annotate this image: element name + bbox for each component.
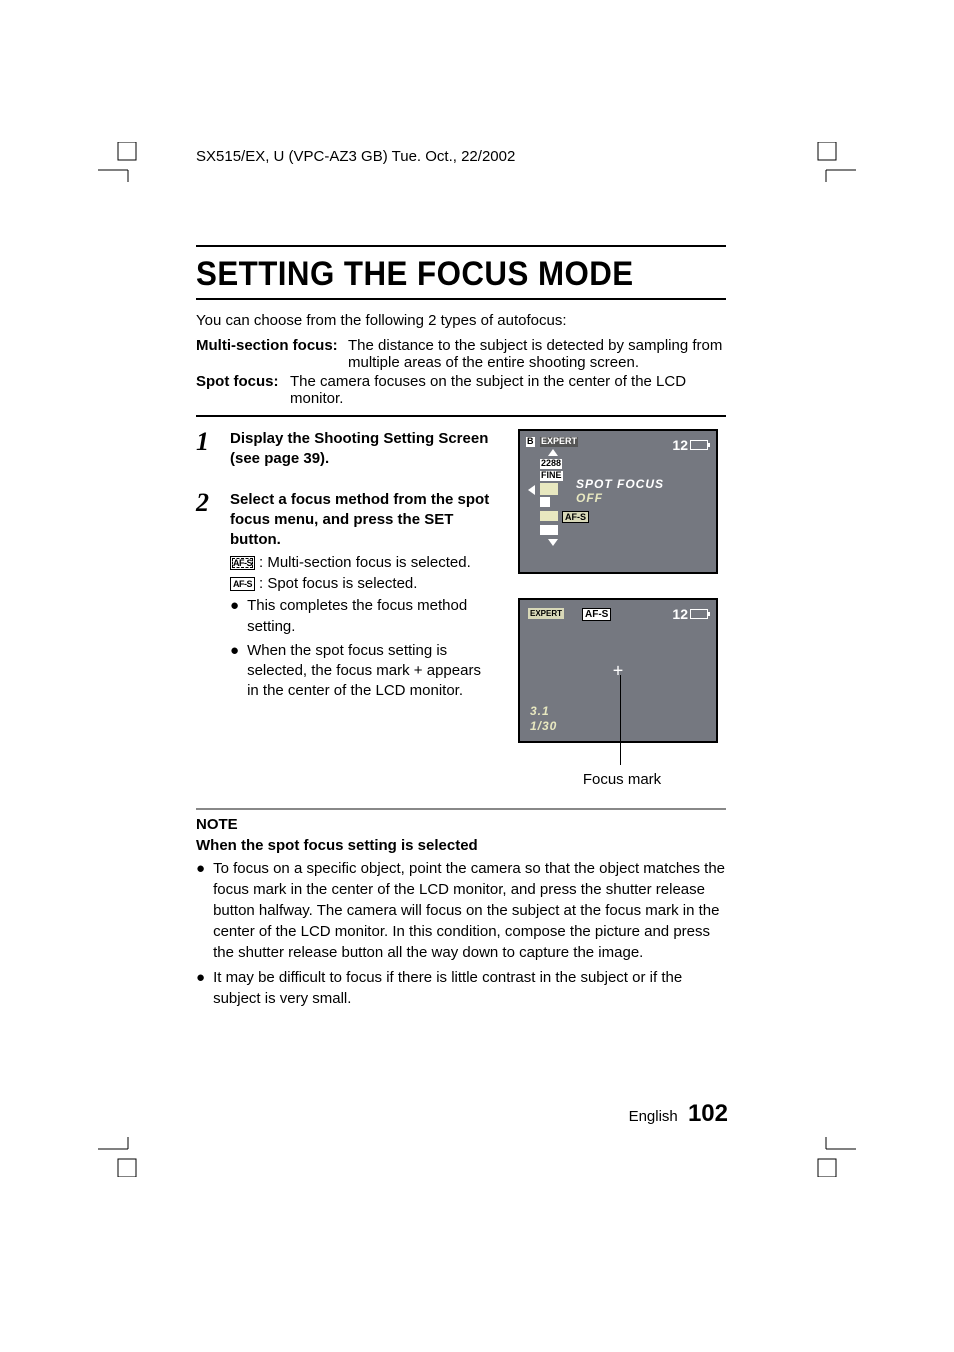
bullet-item: ● It may be difficult to focus if there … [196, 967, 726, 1009]
definition-row: Spot focus: The camera focuses on the su… [196, 373, 726, 407]
note-list: ● To focus on a specific object, point t… [196, 858, 726, 1009]
exposure-readout: 3.1 1/30 [530, 704, 557, 733]
timer-icon [540, 483, 558, 495]
definition-desc: The camera focuses on the subject in the… [290, 373, 726, 407]
focus-mark-icon: + [613, 660, 624, 681]
option-text: : Spot focus is selected. [259, 575, 417, 592]
lcd-screen-preview: EXPERT AF-S 12 + 3.1 1/30 [518, 598, 718, 743]
step-heading: Select a focus method from the spot focu… [230, 490, 496, 551]
rule [196, 808, 726, 810]
callout-line [620, 675, 621, 765]
count-value: 12 [672, 606, 688, 622]
aperture-value: 3.1 [530, 704, 557, 718]
steps-text-column: 1 Display the Shooting Setting Screen (s… [196, 429, 496, 788]
note-heading: NOTE [196, 816, 726, 833]
badge-expert: EXPERT [540, 437, 578, 447]
lcd-illustrations: B EXPERT 2288 FINE AF-S 12 [518, 429, 726, 788]
definition-term: Spot focus: [196, 373, 290, 407]
lcd-screen-menu: B EXPERT 2288 FINE AF-S 12 [518, 429, 718, 574]
afs-badge: AF-S [562, 511, 589, 523]
menu-item-off: OFF [576, 491, 603, 505]
step-2: 2 Select a focus method from the spot fo… [196, 490, 496, 706]
steps-section: 1 Display the Shooting Setting Screen (s… [196, 429, 726, 788]
bullet-icon: ● [196, 967, 205, 1009]
rule [196, 245, 726, 247]
registration-mark-icon [816, 142, 856, 182]
bullet-item: ● This completes the focus method settin… [230, 596, 496, 637]
definition-desc: The distance to the subject is detected … [348, 337, 726, 371]
bullet-icon: ● [230, 641, 239, 702]
afs-badge: AF-S [582, 608, 611, 621]
option-multi-focus: AF-S : Multi-section focus is selected. [230, 554, 496, 571]
bullet-icon: ● [230, 596, 239, 637]
step-1: 1 Display the Shooting Setting Screen (s… [196, 429, 496, 474]
bullet-item: ● When the spot focus setting is selecte… [230, 641, 496, 702]
option-text: : Multi-section focus is selected. [259, 554, 471, 571]
bullet-text: To focus on a specific object, point the… [213, 858, 726, 963]
badge-fine: FINE [540, 471, 563, 481]
badge-2288: 2288 [540, 459, 562, 469]
badge-b: B [526, 437, 535, 447]
grid-icon [540, 525, 558, 535]
page-content: SETTING THE FOCUS MODE You can choose fr… [196, 245, 726, 1013]
count-value: 12 [672, 437, 688, 453]
step-heading: Display the Shooting Setting Screen (see… [230, 429, 496, 470]
bullet-icon: ● [196, 858, 205, 963]
page-footer: English 102 [629, 1100, 728, 1128]
battery-icon [690, 440, 708, 450]
mic-icon [540, 497, 550, 507]
page-number: 102 [688, 1100, 728, 1127]
arrow-left-icon [528, 485, 535, 495]
definition-list: Multi-section focus: The distance to the… [196, 337, 726, 407]
registration-mark-icon [98, 142, 138, 182]
option-spot-focus: AF-S : Spot focus is selected. [230, 575, 496, 592]
shots-remaining: 12 [672, 606, 708, 622]
page-title: SETTING THE FOCUS MODE [196, 253, 684, 298]
menu-item-spot-focus: SPOT FOCUS [576, 477, 664, 491]
focus-mark-label: Focus mark [518, 771, 726, 788]
footer-language: English [629, 1108, 678, 1125]
battery-icon [690, 609, 708, 619]
af-icon [540, 511, 558, 521]
registration-mark-icon [816, 1137, 856, 1177]
arrow-up-icon [548, 449, 558, 456]
definition-term: Multi-section focus: [196, 337, 348, 371]
bullet-text: It may be difficult to focus if there is… [213, 967, 726, 1009]
bullet-text: When the spot focus setting is selected,… [247, 641, 496, 702]
registration-mark-icon [98, 1137, 138, 1177]
shots-remaining: 12 [672, 437, 708, 453]
bullet-text: This completes the focus method setting. [247, 596, 496, 637]
bullet-item: ● To focus on a specific object, point t… [196, 858, 726, 963]
afs-multi-icon: AF-S [230, 556, 255, 570]
step-number: 2 [196, 490, 218, 706]
step-number: 1 [196, 429, 218, 474]
document-header: SX515/EX, U (VPC-AZ3 GB) Tue. Oct., 22/2… [196, 148, 515, 165]
intro-text: You can choose from the following 2 type… [196, 312, 726, 329]
shutter-value: 1/30 [530, 719, 557, 733]
rule [196, 298, 726, 300]
note-subheading: When the spot focus setting is selected [196, 837, 726, 854]
rule [196, 415, 726, 417]
badge-expert: EXPERT [528, 608, 564, 619]
arrow-down-icon [548, 539, 558, 546]
afs-spot-icon: AF-S [230, 577, 255, 591]
definition-row: Multi-section focus: The distance to the… [196, 337, 726, 371]
